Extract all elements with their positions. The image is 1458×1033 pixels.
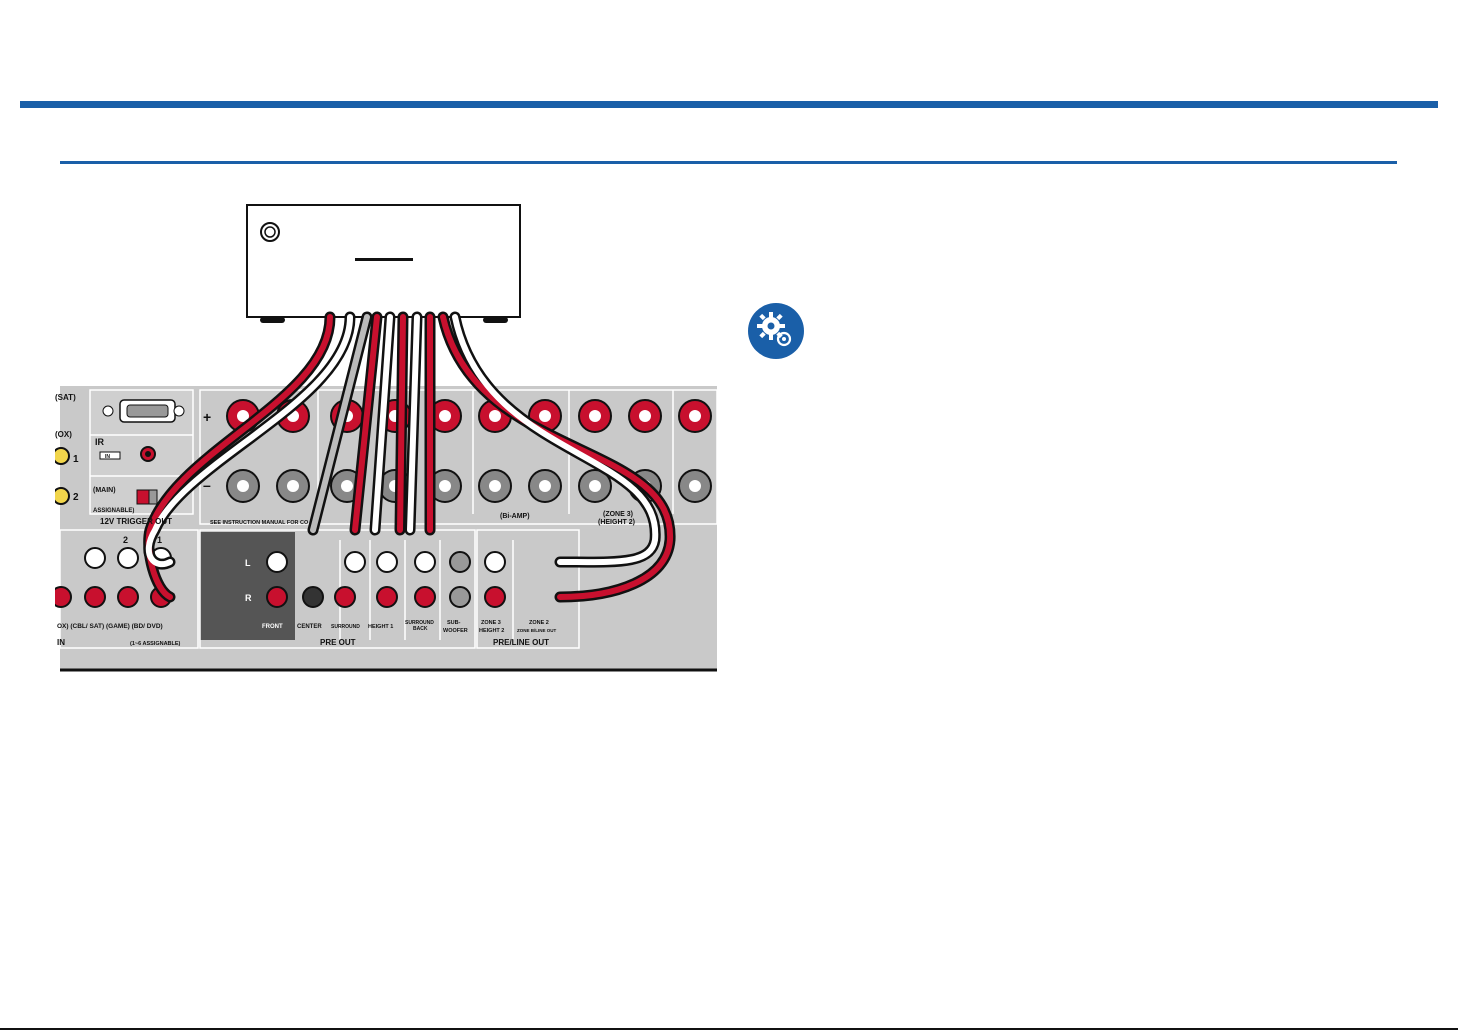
label-jack-1: 1: [157, 535, 162, 545]
label-front: FRONT: [262, 624, 283, 630]
gears-icon[interactable]: [748, 303, 804, 359]
label-height2-top: (HEIGHT 2): [598, 519, 635, 526]
label-in: IN: [57, 638, 65, 647]
label-inputs: OX) (CBL/ SAT) (GAME) (BD/ DVD): [57, 623, 163, 630]
label-zone3-top: (ZONE 3): [603, 511, 633, 518]
label-zone2-bottom: ZONE 2: [529, 620, 549, 626]
label-l: L: [245, 558, 251, 568]
label-main: (MAIN): [93, 487, 116, 494]
label-sub-2: WOOFER: [443, 628, 468, 634]
footer-rule: [0, 1028, 1458, 1030]
label-sat: (SAT): [55, 393, 76, 402]
label-sub-1: SUB-: [447, 620, 461, 626]
label-pre-out: PRE OUT: [320, 638, 356, 647]
label-surround-back-2: BACK: [413, 626, 428, 632]
label-r: R: [245, 593, 252, 603]
power-amplifier: [246, 204, 521, 323]
label-bi-amp: (Bi-AMP): [500, 513, 530, 520]
label-zone3-bottom: ZONE 3: [481, 620, 501, 626]
label-pre-line-out: PRE/LINE OUT: [493, 638, 549, 647]
header-rule: [20, 101, 1438, 108]
label-surround: SURROUND: [331, 624, 360, 630]
label-see-manual: SEE INSTRUCTION MANUAL FOR CO: [210, 520, 309, 526]
label-assignable: ASSIGNABLE): [93, 508, 134, 514]
label-minus: –: [203, 477, 211, 493]
label-in-2: 2: [73, 492, 79, 503]
label-assignable-range: (1~6 ASSIGNABLE): [130, 641, 181, 647]
connection-diagram: (SAT) (OX) 1 2 (MAIN) ASSIGNABLE) IR IN …: [55, 204, 718, 672]
label-ox: (OX): [55, 430, 72, 439]
label-height2-bottom: HEIGHT 2: [479, 628, 504, 634]
label-zone2-sub: ZONE B/LINE OUT: [517, 628, 557, 633]
label-ir: IR: [95, 437, 105, 447]
label-height1: HEIGHT 1: [368, 624, 393, 630]
label-center: CENTER: [297, 624, 322, 630]
label-in-1: 1: [73, 454, 79, 465]
label-plus: +: [203, 409, 211, 425]
section-rule: [60, 161, 1397, 164]
label-jack-2: 2: [123, 535, 128, 545]
label-ir-in: IN: [105, 454, 110, 460]
label-trigger: 12V TRIGGER OUT: [100, 517, 172, 526]
